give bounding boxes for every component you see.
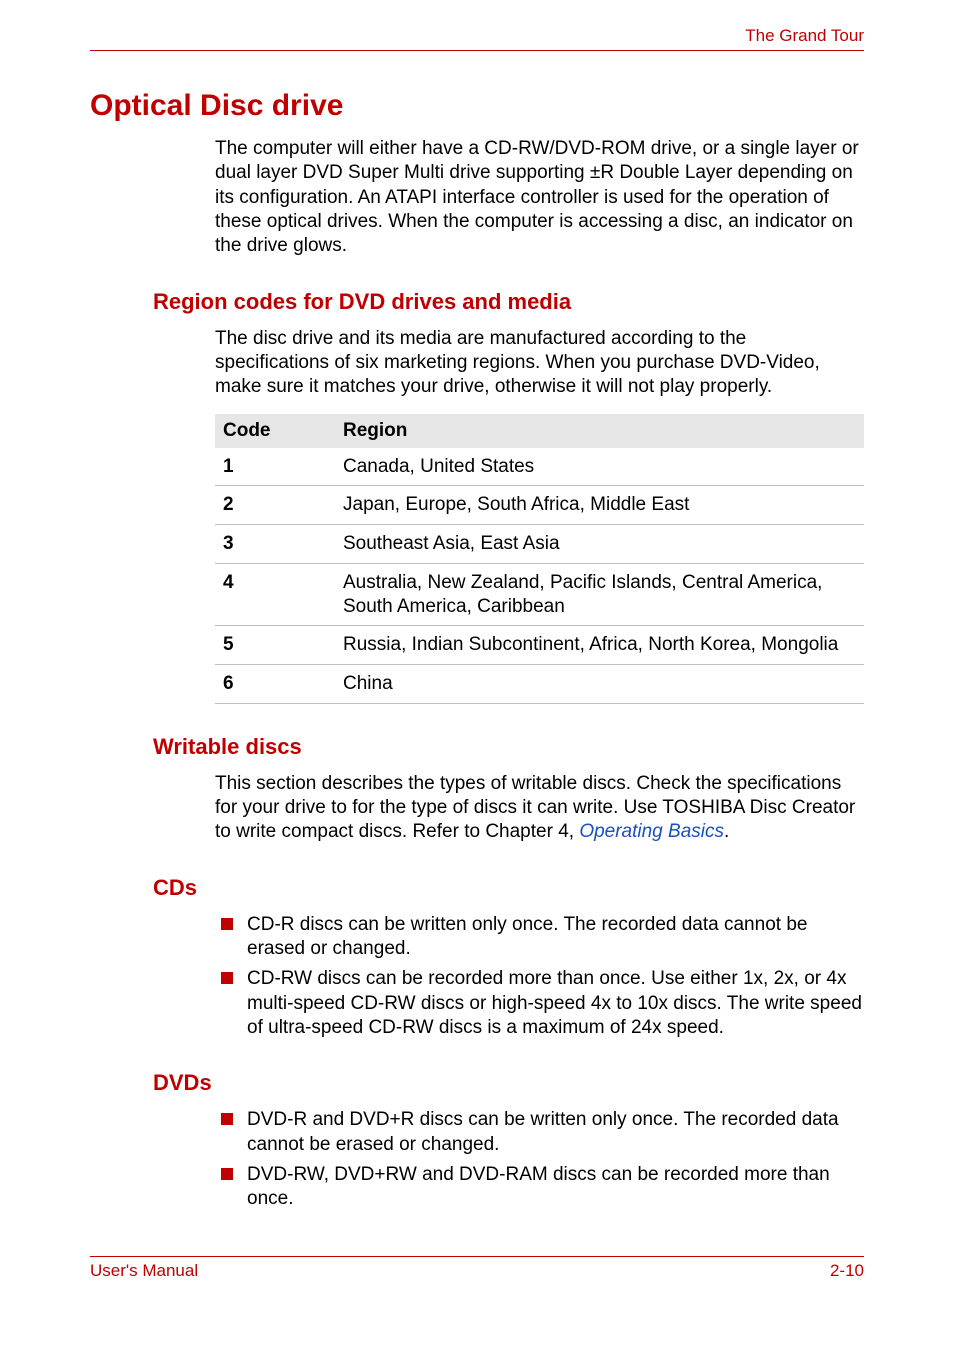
footer-left: User's Manual bbox=[90, 1261, 198, 1281]
region-code: 1 bbox=[215, 448, 335, 486]
region-col-region: Region bbox=[335, 414, 864, 448]
region-code: 6 bbox=[215, 665, 335, 704]
page-footer: User's Manual 2-10 bbox=[90, 1256, 864, 1281]
section-title: Optical Disc drive bbox=[90, 89, 864, 123]
writable-intro-pre: This section describes the types of writ… bbox=[215, 773, 855, 843]
table-row: 3 Southeast Asia, East Asia bbox=[215, 525, 864, 564]
cds-list: CD-R discs can be written only once. The… bbox=[215, 913, 864, 1041]
region-name: Australia, New Zealand, Pacific Islands,… bbox=[335, 563, 864, 626]
table-row: 4 Australia, New Zealand, Pacific Island… bbox=[215, 563, 864, 626]
region-name: Japan, Europe, South Africa, Middle East bbox=[335, 486, 864, 525]
region-table: Code Region 1 Canada, United States 2 Ja… bbox=[215, 414, 864, 704]
region-col-code: Code bbox=[215, 414, 335, 448]
table-row: 1 Canada, United States bbox=[215, 448, 864, 486]
dvds-heading: DVDs bbox=[153, 1070, 864, 1096]
region-name: Southeast Asia, East Asia bbox=[335, 525, 864, 564]
region-name: Canada, United States bbox=[335, 448, 864, 486]
list-item: CD-RW discs can be recorded more than on… bbox=[215, 967, 864, 1040]
footer-right: 2-10 bbox=[830, 1261, 864, 1281]
section-intro: The computer will either have a CD-RW/DV… bbox=[215, 137, 864, 259]
table-row: 6 China bbox=[215, 665, 864, 704]
list-item: DVD-RW, DVD+RW and DVD-RAM discs can be … bbox=[215, 1163, 864, 1212]
region-name: China bbox=[335, 665, 864, 704]
region-intro: The disc drive and its media are manufac… bbox=[215, 327, 864, 400]
header-chapter: The Grand Tour bbox=[90, 26, 864, 46]
header-divider bbox=[90, 50, 864, 51]
list-item: DVD-R and DVD+R discs can be written onl… bbox=[215, 1108, 864, 1157]
dvds-list: DVD-R and DVD+R discs can be written onl… bbox=[215, 1108, 864, 1211]
region-code: 3 bbox=[215, 525, 335, 564]
list-item: CD-R discs can be written only once. The… bbox=[215, 913, 864, 962]
region-code: 5 bbox=[215, 626, 335, 665]
writable-intro: This section describes the types of writ… bbox=[215, 772, 864, 845]
table-row: 5 Russia, Indian Subcontinent, Africa, N… bbox=[215, 626, 864, 665]
region-heading: Region codes for DVD drives and media bbox=[153, 289, 864, 315]
operating-basics-link[interactable]: Operating Basics bbox=[579, 821, 724, 842]
region-name: Russia, Indian Subcontinent, Africa, Nor… bbox=[335, 626, 864, 665]
writable-intro-post: . bbox=[724, 821, 729, 842]
region-code: 4 bbox=[215, 563, 335, 626]
cds-heading: CDs bbox=[153, 875, 864, 901]
table-row: 2 Japan, Europe, South Africa, Middle Ea… bbox=[215, 486, 864, 525]
region-code: 2 bbox=[215, 486, 335, 525]
writable-heading: Writable discs bbox=[153, 734, 864, 760]
footer-divider bbox=[90, 1256, 864, 1257]
